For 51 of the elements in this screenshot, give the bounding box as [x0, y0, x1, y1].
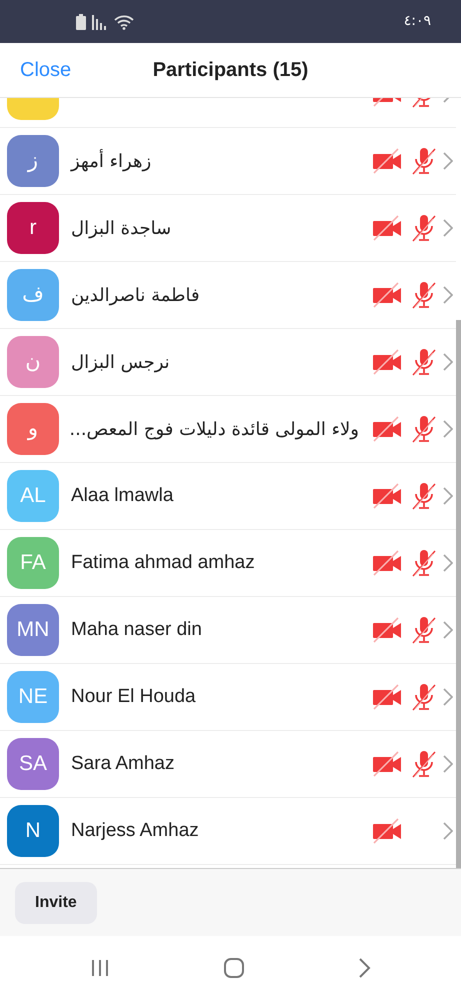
- participant-name: Nour El Houda: [71, 684, 197, 709]
- chevron-icon: [443, 554, 453, 572]
- avatar: AL: [7, 470, 59, 522]
- chevron-icon: [443, 286, 453, 304]
- invite-button[interactable]: Invite: [15, 882, 97, 924]
- avatar: ز: [7, 135, 59, 187]
- back-icon[interactable]: [357, 957, 371, 979]
- participant-row[interactable]: SA Sara Amhaz: [0, 731, 456, 798]
- participant-row[interactable]: ف فاطمة ناصرالدين: [0, 262, 456, 329]
- participant-row[interactable]: NE Nour El Houda: [0, 664, 456, 731]
- participant-name: Maha naser din: [71, 618, 203, 642]
- participant-name: نرجس البزال: [71, 350, 170, 374]
- battery-icon: [76, 14, 86, 30]
- avatar: ف: [7, 269, 59, 321]
- chevron-icon: [443, 487, 453, 505]
- participant-name: Alaa lmawla: [71, 484, 174, 508]
- clock-time: ٤:٠٩: [404, 12, 431, 31]
- participant-row[interactable]: ز زهراء أمهز: [0, 128, 456, 195]
- screen-title: Participants (15): [152, 58, 308, 83]
- chevron-icon: [443, 621, 453, 639]
- avatar: MN: [7, 604, 59, 656]
- participant-name: زهراء أمهز: [71, 148, 152, 174]
- participant-name: Sara Amhaz: [71, 752, 176, 776]
- participant-row[interactable]: MN Maha naser din: [0, 597, 456, 664]
- participant-name: فاطمة ناصرالدين: [71, 284, 200, 308]
- chevron-icon: [443, 822, 453, 840]
- chevron-icon: [443, 152, 453, 170]
- chevron-icon: [443, 353, 453, 371]
- home-icon[interactable]: [222, 957, 244, 979]
- avatar: و: [7, 403, 59, 455]
- participant-row[interactable]: FA Fatima ahmad amhaz: [0, 530, 456, 597]
- avatar: N: [7, 805, 59, 857]
- avatar: SA: [7, 738, 59, 790]
- participant-name: ولاء المولى قائدة دليلات فوج المعص...: [71, 418, 359, 442]
- avatar: FA: [7, 537, 59, 589]
- chevron-icon: [443, 219, 453, 237]
- participant-name: ساجدة البزال: [71, 216, 172, 240]
- recent-apps-icon[interactable]: [90, 959, 110, 977]
- avatar: NE: [7, 671, 59, 723]
- participant-row[interactable]: ن نرجس البزال: [0, 329, 456, 396]
- chevron-icon: [443, 755, 453, 773]
- avatar: ن: [7, 336, 59, 388]
- participant-row[interactable]: و ولاء المولى قائدة دليلات فوج المعص...: [0, 396, 456, 463]
- wifi-icon: [114, 14, 134, 30]
- chevron-icon: [443, 420, 453, 438]
- chevron-icon: [443, 688, 453, 706]
- participant-name: Fatima ahmad amhaz: [71, 550, 256, 575]
- participant-row[interactable]: AL Alaa lmawla: [0, 463, 456, 530]
- participant-name: Narjess Amhaz: [71, 818, 200, 843]
- participant-row[interactable]: N Narjess Amhaz: [0, 798, 456, 865]
- avatar: r: [7, 202, 59, 254]
